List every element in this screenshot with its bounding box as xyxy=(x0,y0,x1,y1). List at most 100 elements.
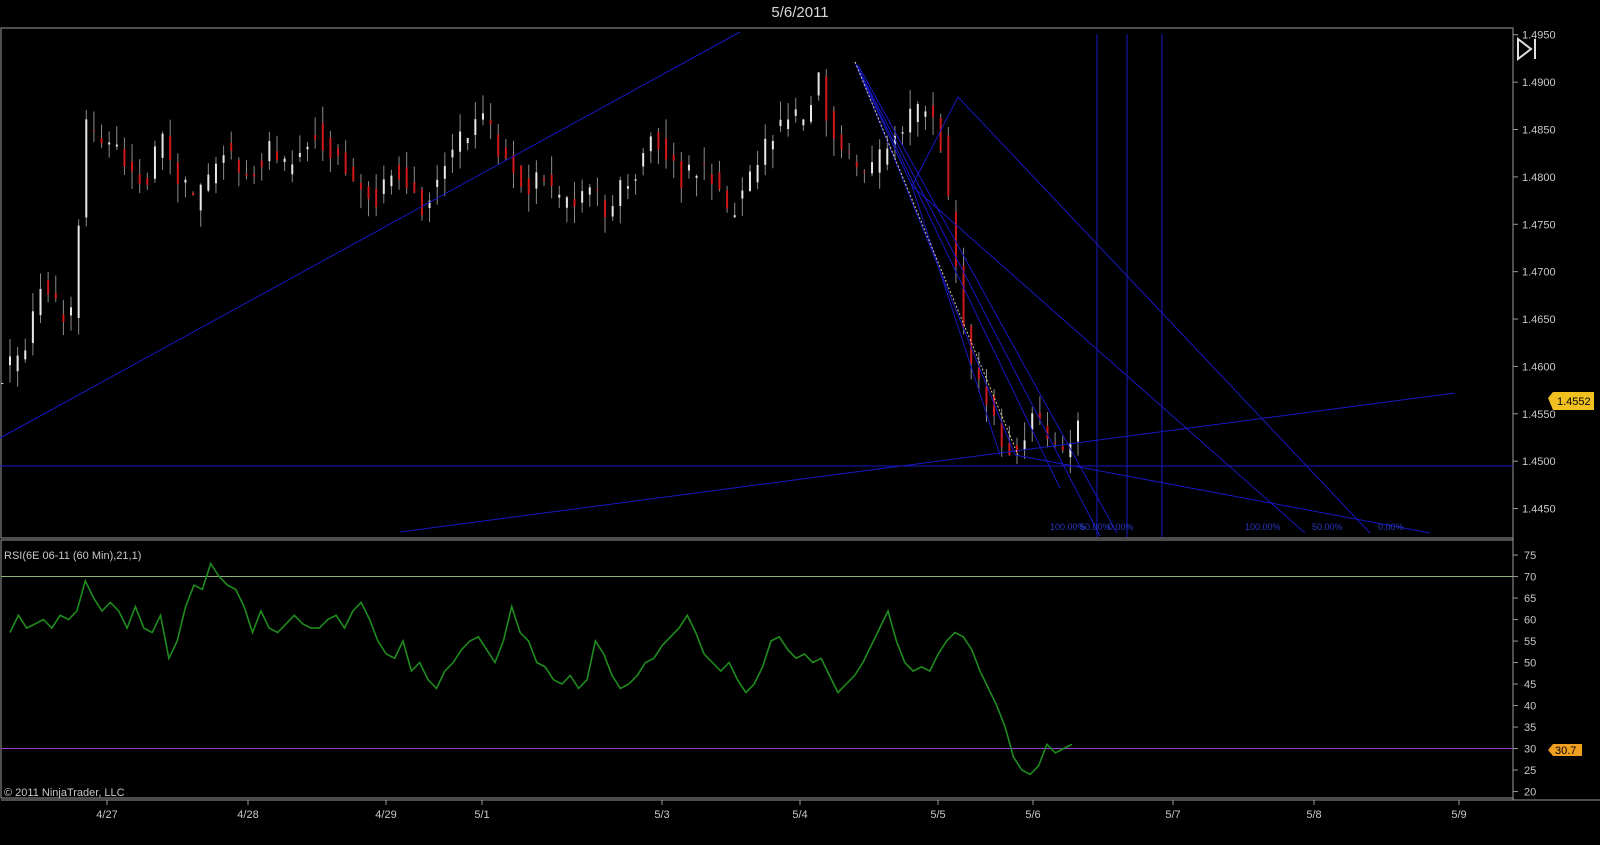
rsi-indicator-label: RSI(6E 06-11 (60 Min),21,1) xyxy=(4,550,142,562)
candle-body xyxy=(459,131,462,152)
candle-body xyxy=(70,307,73,316)
price-tick-label: 1.4800 xyxy=(1522,172,1556,184)
price-chart[interactable]: 100.00%50.00%0.00% 100.00% 50.00% 0.00% 1.4… xyxy=(0,0,1600,845)
candle-body xyxy=(405,167,408,188)
candle-body xyxy=(276,151,278,161)
candle-body xyxy=(1061,446,1064,451)
candle-body xyxy=(9,356,11,366)
scroll-to-end-icon[interactable] xyxy=(1514,36,1540,62)
time-tick-label: 5/3 xyxy=(654,809,669,821)
candle-body xyxy=(687,164,690,171)
candle-body xyxy=(298,152,301,157)
price-tick-label: 1.4900 xyxy=(1522,77,1556,89)
candle-body xyxy=(497,134,500,157)
price-tick-label: 1.4600 xyxy=(1522,361,1556,373)
rsi-tick-label: 35 xyxy=(1524,722,1536,734)
candle-body xyxy=(314,135,317,140)
rsi-last-label: 30.7 xyxy=(1555,745,1576,757)
price-tick-label: 1.4750 xyxy=(1522,219,1556,231)
candle-body xyxy=(863,171,866,173)
candle-body xyxy=(771,140,774,150)
last-price-marker: 1.4552 xyxy=(1548,392,1594,410)
rsi-tick-label: 60 xyxy=(1524,615,1536,627)
candle-body xyxy=(1000,422,1003,447)
candle-body xyxy=(695,175,698,178)
price-tick-label: 1.4550 xyxy=(1522,409,1556,421)
last-price-label: 1.4552 xyxy=(1557,396,1591,408)
rsi-tick-label: 25 xyxy=(1524,765,1536,777)
candle-body xyxy=(77,225,80,318)
candle-body xyxy=(451,149,454,158)
trend-line xyxy=(0,31,741,439)
candle-body xyxy=(283,158,286,163)
candle-body xyxy=(161,133,164,158)
candle-body xyxy=(932,105,935,117)
candle-body xyxy=(741,190,744,199)
candle-body xyxy=(611,206,614,217)
candle-body xyxy=(344,152,347,174)
candle-body xyxy=(733,215,736,218)
candle-body xyxy=(268,141,271,162)
candle-body xyxy=(260,160,263,168)
candle-body xyxy=(31,311,34,343)
candle-body xyxy=(939,117,942,151)
candle-body xyxy=(756,165,759,183)
fib-label: 50.00% xyxy=(1312,522,1343,532)
candle-body xyxy=(588,187,591,195)
price-axis: 1.49501.49001.48501.48001.47501.47001.46… xyxy=(1513,30,1556,516)
time-tick-label: 5/9 xyxy=(1451,809,1466,821)
candle-body xyxy=(550,174,553,186)
candle-body xyxy=(169,136,172,160)
price-tick-label: 1.4450 xyxy=(1522,504,1556,516)
fib-label: 100.00% xyxy=(1245,522,1281,532)
candle-body xyxy=(855,161,858,168)
candle-body xyxy=(329,137,332,159)
rsi-tick-label: 55 xyxy=(1524,636,1536,648)
drawing-tools xyxy=(0,31,1513,537)
candle-body xyxy=(748,171,751,191)
candle-body xyxy=(817,72,820,96)
candle-body xyxy=(1023,440,1026,450)
candle-body xyxy=(962,265,965,328)
rsi-tick-label: 45 xyxy=(1524,679,1536,691)
candle-body xyxy=(115,144,118,147)
candle-body xyxy=(245,173,248,176)
candle-body xyxy=(237,160,240,173)
candle-body xyxy=(810,105,812,122)
candle-body xyxy=(825,76,828,121)
candle-body xyxy=(337,148,340,156)
fib-label: 50.00% xyxy=(1080,522,1111,532)
candle-body xyxy=(474,119,477,135)
candle-body xyxy=(352,166,355,181)
time-tick-label: 5/4 xyxy=(792,809,807,821)
candle-body xyxy=(176,162,179,184)
candle-body xyxy=(413,182,416,193)
candle-body xyxy=(1077,420,1079,442)
rsi-tick-label: 30 xyxy=(1524,744,1536,756)
candle-body xyxy=(520,165,523,187)
candle-body xyxy=(565,197,568,208)
time-tick-label: 5/7 xyxy=(1165,809,1180,821)
candle-body xyxy=(634,179,637,181)
candle-body xyxy=(85,119,88,218)
trend-line xyxy=(957,96,1371,534)
trend-line xyxy=(854,61,1061,489)
trend-line xyxy=(854,61,1016,456)
fib-labels: 100.00%50.00%0.00% 100.00% 50.00% 0.00% xyxy=(1050,522,1404,532)
candle-body xyxy=(512,154,515,173)
rsi-tick-label: 70 xyxy=(1524,572,1536,584)
candle-body xyxy=(466,137,469,144)
time-tick-label: 5/1 xyxy=(474,809,489,821)
candle-body xyxy=(108,142,111,145)
price-tick-label: 1.4650 xyxy=(1522,314,1556,326)
candle-body xyxy=(726,190,729,209)
candle-body xyxy=(535,172,538,189)
price-tick-label: 1.4850 xyxy=(1522,125,1556,137)
candle-body xyxy=(832,110,835,139)
candle-body xyxy=(802,119,805,126)
candle-body xyxy=(947,135,950,196)
rsi-tick-label: 20 xyxy=(1524,787,1536,799)
candle-body xyxy=(62,314,65,322)
trend-line xyxy=(399,392,1456,533)
candle-body xyxy=(321,123,324,151)
